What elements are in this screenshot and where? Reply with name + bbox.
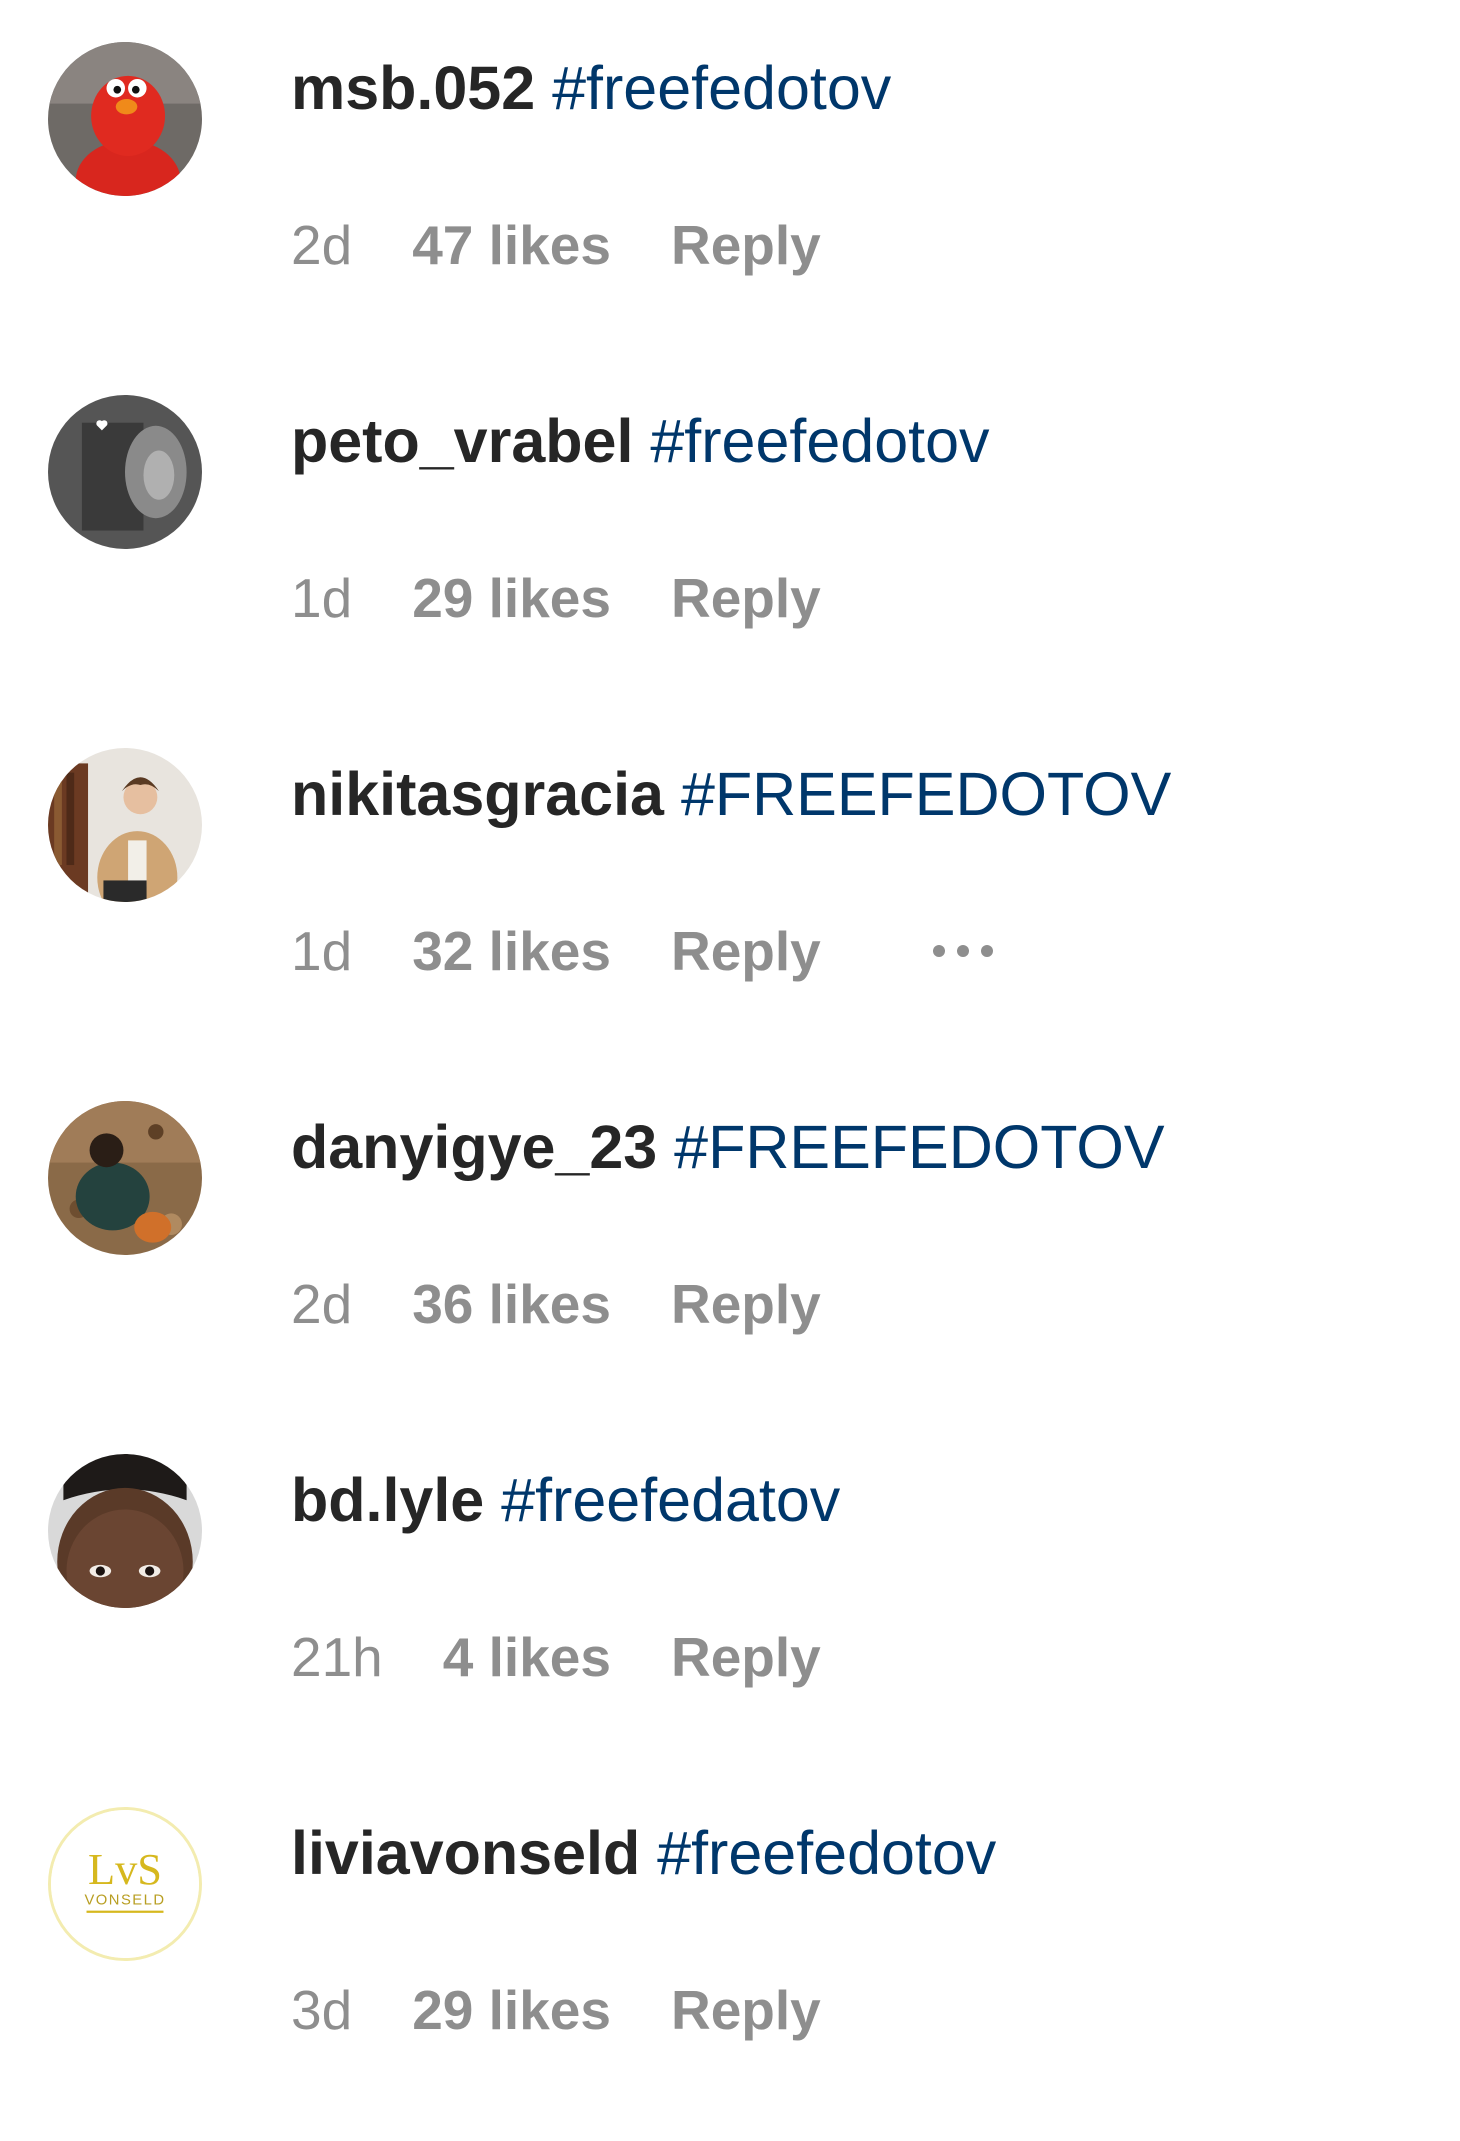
comment-username[interactable]: msb.052 <box>291 54 535 122</box>
comment-hashtag[interactable]: #FREEFEDOTOV <box>681 760 1171 828</box>
svg-text:VONSELD: VONSELD <box>84 1893 165 1909</box>
more-options-icon[interactable] <box>932 935 993 967</box>
reply-button[interactable]: Reply <box>671 1269 821 1339</box>
comment-time: 2d <box>291 214 353 276</box>
person-beige-jacket-avatar-icon <box>48 748 202 902</box>
red-plush-avatar-icon <box>48 42 202 196</box>
person-outdoor-avatar-icon <box>48 1101 202 1255</box>
svg-text:LvS: LvS <box>88 1844 162 1894</box>
comment-username[interactable]: danyigye_23 <box>291 1113 657 1181</box>
comment-hashtag[interactable]: #freefedatov <box>501 1466 840 1534</box>
avatar[interactable] <box>48 748 202 902</box>
avatar[interactable] <box>48 1454 202 1608</box>
comment-hashtag[interactable]: #freefedotov <box>552 54 891 122</box>
comment-item: nikitasgracia #FREEFEDOTOV 1d 32 likes R… <box>0 706 1460 1062</box>
comment-hashtag[interactable]: #freefedotov <box>650 407 989 475</box>
comment-likes[interactable]: 4 likes <box>443 1622 611 1692</box>
comment-item: msb.052 #freefedotov 2d 47 likes Reply <box>0 0 1460 356</box>
comment-hashtag[interactable]: #FREEFEDOTOV <box>674 1113 1164 1181</box>
comment-username[interactable]: bd.lyle <box>291 1466 484 1534</box>
comment-item: peto_vrabel #freefedotov 1d 29 likes Rep… <box>0 353 1460 709</box>
reply-button[interactable]: Reply <box>671 1975 821 2045</box>
comment-item: LvS VONSELD liviavonseld #freefedotov 3d… <box>0 1765 1460 2121</box>
comment-time: 3d <box>291 1979 353 2041</box>
comment-likes[interactable]: 29 likes <box>412 1975 611 2045</box>
comment-time: 2d <box>291 1273 353 1335</box>
reply-button[interactable]: Reply <box>671 563 821 633</box>
reply-button[interactable]: Reply <box>671 916 821 986</box>
comment-username[interactable]: peto_vrabel <box>291 407 633 475</box>
comment-hashtag[interactable]: #freefedotov <box>657 1819 996 1887</box>
comment-likes[interactable]: 32 likes <box>412 916 611 986</box>
avatar[interactable] <box>48 42 202 196</box>
comment-username[interactable]: nikitasgracia <box>291 760 664 828</box>
face-closeup-avatar-icon <box>48 1454 202 1608</box>
comment-username[interactable]: liviavonseld <box>291 1819 640 1887</box>
comment-likes[interactable]: 47 likes <box>412 210 611 280</box>
comment-time: 1d <box>291 920 353 982</box>
reply-button[interactable]: Reply <box>671 210 821 280</box>
gray-photo-avatar-icon <box>48 395 202 549</box>
lvs-logo-avatar-icon: LvS VONSELD <box>51 1810 199 1958</box>
comment-time: 1d <box>291 567 353 629</box>
comment-item: danyigye_23 #FREEFEDOTOV 2d 36 likes Rep… <box>0 1059 1460 1415</box>
comment-likes[interactable]: 29 likes <box>412 563 611 633</box>
reply-button[interactable]: Reply <box>671 1622 821 1692</box>
avatar[interactable]: LvS VONSELD <box>48 1807 202 1961</box>
avatar[interactable] <box>48 1101 202 1255</box>
comment-time: 21h <box>291 1626 383 1688</box>
avatar[interactable] <box>48 395 202 549</box>
comment-item: bd.lyle #freefedatov 21h 4 likes Reply <box>0 1412 1460 1768</box>
comment-likes[interactable]: 36 likes <box>412 1269 611 1339</box>
